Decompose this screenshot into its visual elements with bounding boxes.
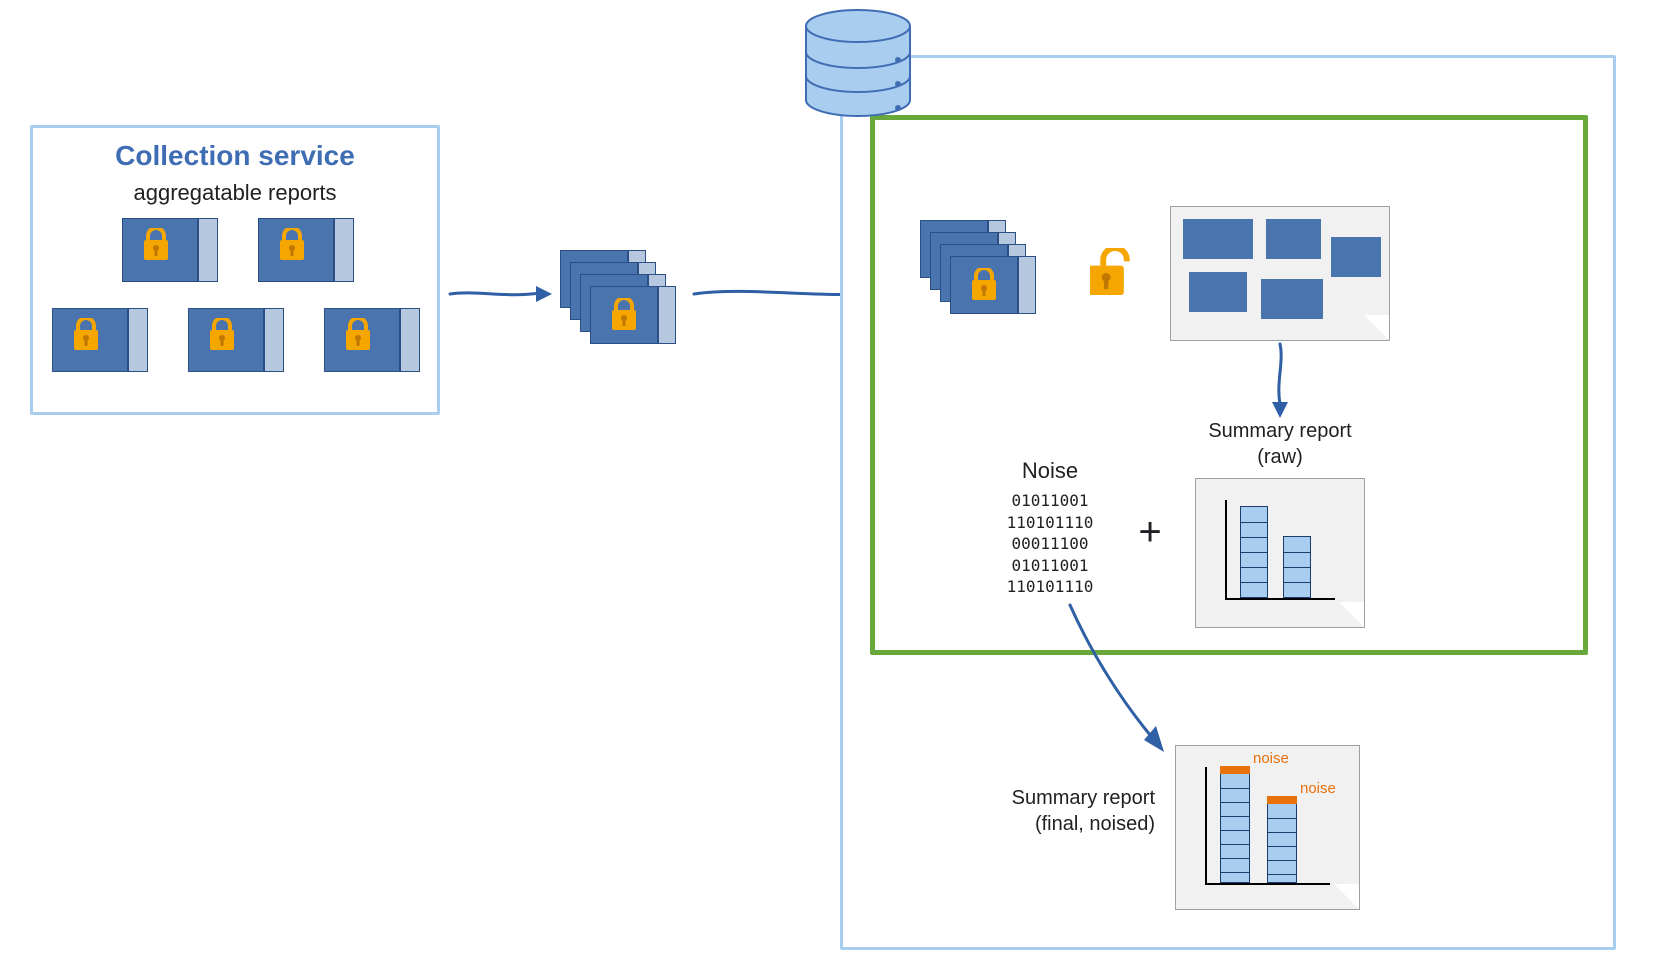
- encrypted-report-icon: [188, 308, 284, 372]
- summary-final-line2: (final, noised): [1035, 813, 1155, 835]
- noise-tag: noise: [1300, 780, 1336, 797]
- summary-final-line1: Summary report: [1012, 787, 1155, 809]
- plus-icon: +: [1130, 510, 1170, 555]
- encrypted-report-icon: [324, 308, 420, 372]
- collection-title: Collection service: [30, 140, 440, 172]
- arrow-icon: [1260, 342, 1300, 422]
- encrypted-report-icon: [258, 218, 354, 282]
- noise-label: Noise: [990, 458, 1110, 484]
- encrypted-report-icon: [122, 218, 218, 282]
- summary-raw-label: Summary report (raw): [1175, 418, 1385, 470]
- summary-raw-line2: (raw): [1257, 446, 1303, 468]
- bar-chart-final: [1195, 755, 1340, 895]
- report-batch-icon: [560, 250, 680, 350]
- noise-tag: noise: [1253, 750, 1289, 767]
- database-icon: [798, 8, 918, 118]
- summary-final-label: Summary report (final, noised): [955, 785, 1155, 837]
- arrow-icon: [446, 280, 556, 310]
- report-batch-icon: [920, 220, 1040, 320]
- arrow-icon: [1060, 600, 1180, 760]
- summary-raw-line1: Summary report: [1208, 420, 1351, 442]
- bar-chart-raw: [1215, 490, 1345, 610]
- unlock-icon: [1090, 248, 1140, 298]
- noise-bits: 01011001 110101110 00011100 01011001 110…: [985, 490, 1115, 598]
- collection-subtitle: aggregatable reports: [30, 180, 440, 206]
- encrypted-report-icon: [52, 308, 148, 372]
- decrypted-data-doc: [1170, 206, 1390, 341]
